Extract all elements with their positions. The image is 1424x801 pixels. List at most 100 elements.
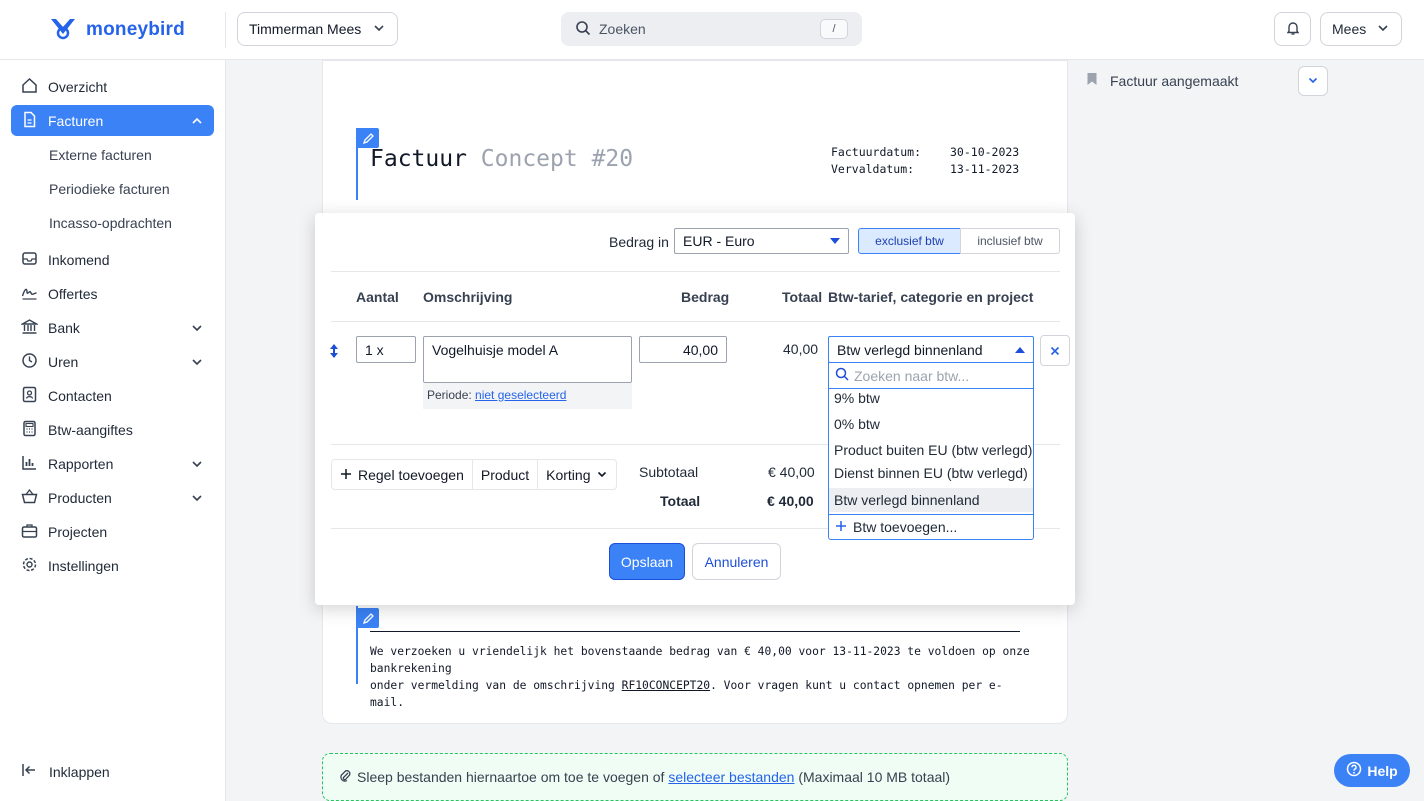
save-button[interactable]: Opslaan xyxy=(609,543,685,580)
document-icon xyxy=(21,111,38,131)
product-button[interactable]: Product xyxy=(473,460,539,489)
exclusive-vat-toggle[interactable]: exclusief btw xyxy=(858,228,961,254)
vat-option-selected[interactable]: Btw verlegd binnenland xyxy=(829,488,1033,512)
sidebar-item-bank[interactable]: Bank xyxy=(11,312,214,343)
period-link[interactable]: niet geselecteerd xyxy=(475,388,566,402)
notifications-button[interactable] xyxy=(1274,12,1311,46)
payment-line-2: onder vermelding van de omschrijving RF1… xyxy=(370,679,1003,709)
delete-line-button[interactable] xyxy=(1040,335,1070,366)
add-vat-label: Btw toevoegen... xyxy=(853,519,958,535)
select-files-link[interactable]: selecteer bestanden xyxy=(668,769,794,785)
home-icon xyxy=(21,77,38,97)
edit-header-icon[interactable] xyxy=(357,128,379,148)
sidebar-item-btw-aangiftes[interactable]: Btw-aangiftes xyxy=(11,414,214,445)
total-value: € 40,00 xyxy=(767,493,814,509)
sidebar-item-facturen[interactable]: Facturen xyxy=(11,105,214,136)
paperclip-icon xyxy=(339,768,351,786)
search-icon xyxy=(575,20,591,39)
clock-icon xyxy=(21,352,38,372)
expand-activity-button[interactable] xyxy=(1298,66,1328,96)
divider xyxy=(331,271,1060,272)
sidebar-item-externe-facturen[interactable]: Externe facturen xyxy=(49,147,152,163)
amount-input[interactable]: 40,00 xyxy=(639,336,727,363)
description-input[interactable]: Vogelhuisje model A xyxy=(423,336,632,383)
sidebar-item-contacten[interactable]: Contacten xyxy=(11,380,214,411)
company-name: Timmerman Mees xyxy=(249,21,362,37)
vat-option[interactable]: Dienst binnen EU (btw verlegd) xyxy=(829,461,1033,485)
collapse-label: Inklappen xyxy=(49,763,110,780)
collapse-sidebar-button[interactable]: Inklappen xyxy=(21,762,110,781)
discount-button[interactable]: Korting xyxy=(538,460,616,489)
gear-icon xyxy=(21,556,38,576)
logo[interactable]: moneybird xyxy=(48,16,185,43)
chevron-down-icon xyxy=(190,491,204,505)
currency-select[interactable]: EUR - Euro xyxy=(674,228,849,254)
user-menu[interactable]: Mees xyxy=(1320,12,1402,46)
drag-handle-icon[interactable] xyxy=(328,343,340,362)
sidebar-item-instellingen[interactable]: Instellingen xyxy=(11,550,214,581)
vat-value: Btw verlegd binnenland xyxy=(837,341,983,358)
help-button[interactable]: Help xyxy=(1334,754,1410,787)
chevron-down-icon xyxy=(372,21,386,38)
user-name: Mees xyxy=(1332,21,1367,37)
logo-text: moneybird xyxy=(86,18,185,40)
chevron-down-icon xyxy=(596,467,608,483)
subtotal-value: € 40,00 xyxy=(768,464,815,480)
edit-marker-bar xyxy=(356,606,358,684)
add-vat-button[interactable]: Btw toevoegen... xyxy=(829,514,1033,539)
column-header-vat: Btw-tarief, categorie en project xyxy=(828,289,1034,305)
bar-chart-icon xyxy=(21,454,38,474)
inclusive-vat-toggle[interactable]: inclusief btw xyxy=(960,228,1060,254)
sidebar-item-label: Rapporten xyxy=(48,455,114,472)
vat-search-field[interactable]: Zoeken naar btw... xyxy=(829,363,1033,389)
vat-select[interactable]: Btw verlegd binnenland xyxy=(828,336,1034,363)
edit-footer-icon[interactable] xyxy=(357,608,379,628)
line-total: 40,00 xyxy=(783,341,819,357)
sidebar-item-overzicht[interactable]: Overzicht xyxy=(11,71,214,102)
invoice-concept-number: Concept #20 xyxy=(480,146,634,172)
invoice-title-label: Factuur xyxy=(370,146,467,172)
quantity-input[interactable]: 1 x xyxy=(356,336,416,363)
sidebar-item-inkomend[interactable]: Inkomend xyxy=(11,244,214,275)
sidebar-item-incasso-opdrachten[interactable]: Incasso-opdrachten xyxy=(49,215,172,231)
sidebar-item-producten[interactable]: Producten xyxy=(11,482,214,513)
shopping-basket-icon xyxy=(21,488,38,508)
sidebar-item-periodieke-facturen[interactable]: Periodieke facturen xyxy=(49,181,170,197)
vat-option[interactable]: 0% btw xyxy=(829,412,1033,436)
sidebar-item-label: Btw-aangiftes xyxy=(48,421,133,438)
attachment-dropzone[interactable]: Sleep bestanden hiernaartoe om toe te vo… xyxy=(322,753,1068,801)
column-header-qty: Aantal xyxy=(356,289,399,305)
search-input[interactable]: Zoeken xyxy=(599,21,812,37)
period-label: Periode: xyxy=(427,388,472,402)
activity-item: Factuur aangemaakt xyxy=(1086,72,1238,89)
sidebar-item-rapporten[interactable]: Rapporten xyxy=(11,448,214,479)
sidebar-item-offertes[interactable]: Offertes xyxy=(11,278,214,309)
subtotal-label: Subtotaal xyxy=(639,464,699,480)
due-date-value: 13-11-2023 xyxy=(950,162,1020,176)
product-label: Product xyxy=(480,466,530,483)
vat-option[interactable]: Product buiten EU (btw verlegd) xyxy=(829,438,1033,462)
add-line-button[interactable]: Regel toevoegen xyxy=(332,460,473,489)
line-actions: Regel toevoegen Product Korting xyxy=(331,459,618,490)
company-switcher[interactable]: Timmerman Mees xyxy=(237,12,398,46)
edit-marker-bar xyxy=(356,128,358,200)
sidebar-item-projecten[interactable]: Projecten xyxy=(11,516,214,547)
divider xyxy=(331,321,1060,322)
sidebar-item-uren[interactable]: Uren xyxy=(11,346,214,377)
top-bar: moneybird Timmerman Mees Zoeken / Mees xyxy=(0,0,1424,60)
chevron-up-icon xyxy=(190,114,204,128)
sidebar-item-label: Overzicht xyxy=(48,78,108,95)
invoice-date-label: Factuurdatum: xyxy=(831,145,922,159)
signature-icon xyxy=(21,284,38,304)
currency-value: EUR - Euro xyxy=(683,233,755,249)
search-bar[interactable]: Zoeken / xyxy=(561,12,862,46)
chevron-down-icon xyxy=(190,457,204,471)
payment-reference: RF10CONCEPT20 xyxy=(621,679,711,692)
sidebar-item-label: Bank xyxy=(48,319,80,336)
invoice-title: Factuur Concept #20 xyxy=(370,146,633,172)
sidebar-item-label: Uren xyxy=(48,353,79,370)
chevron-down-icon xyxy=(190,321,204,335)
collapse-left-icon xyxy=(21,762,37,781)
cancel-button[interactable]: Annuleren xyxy=(692,543,781,580)
vat-option[interactable]: 9% btw xyxy=(829,387,1033,408)
